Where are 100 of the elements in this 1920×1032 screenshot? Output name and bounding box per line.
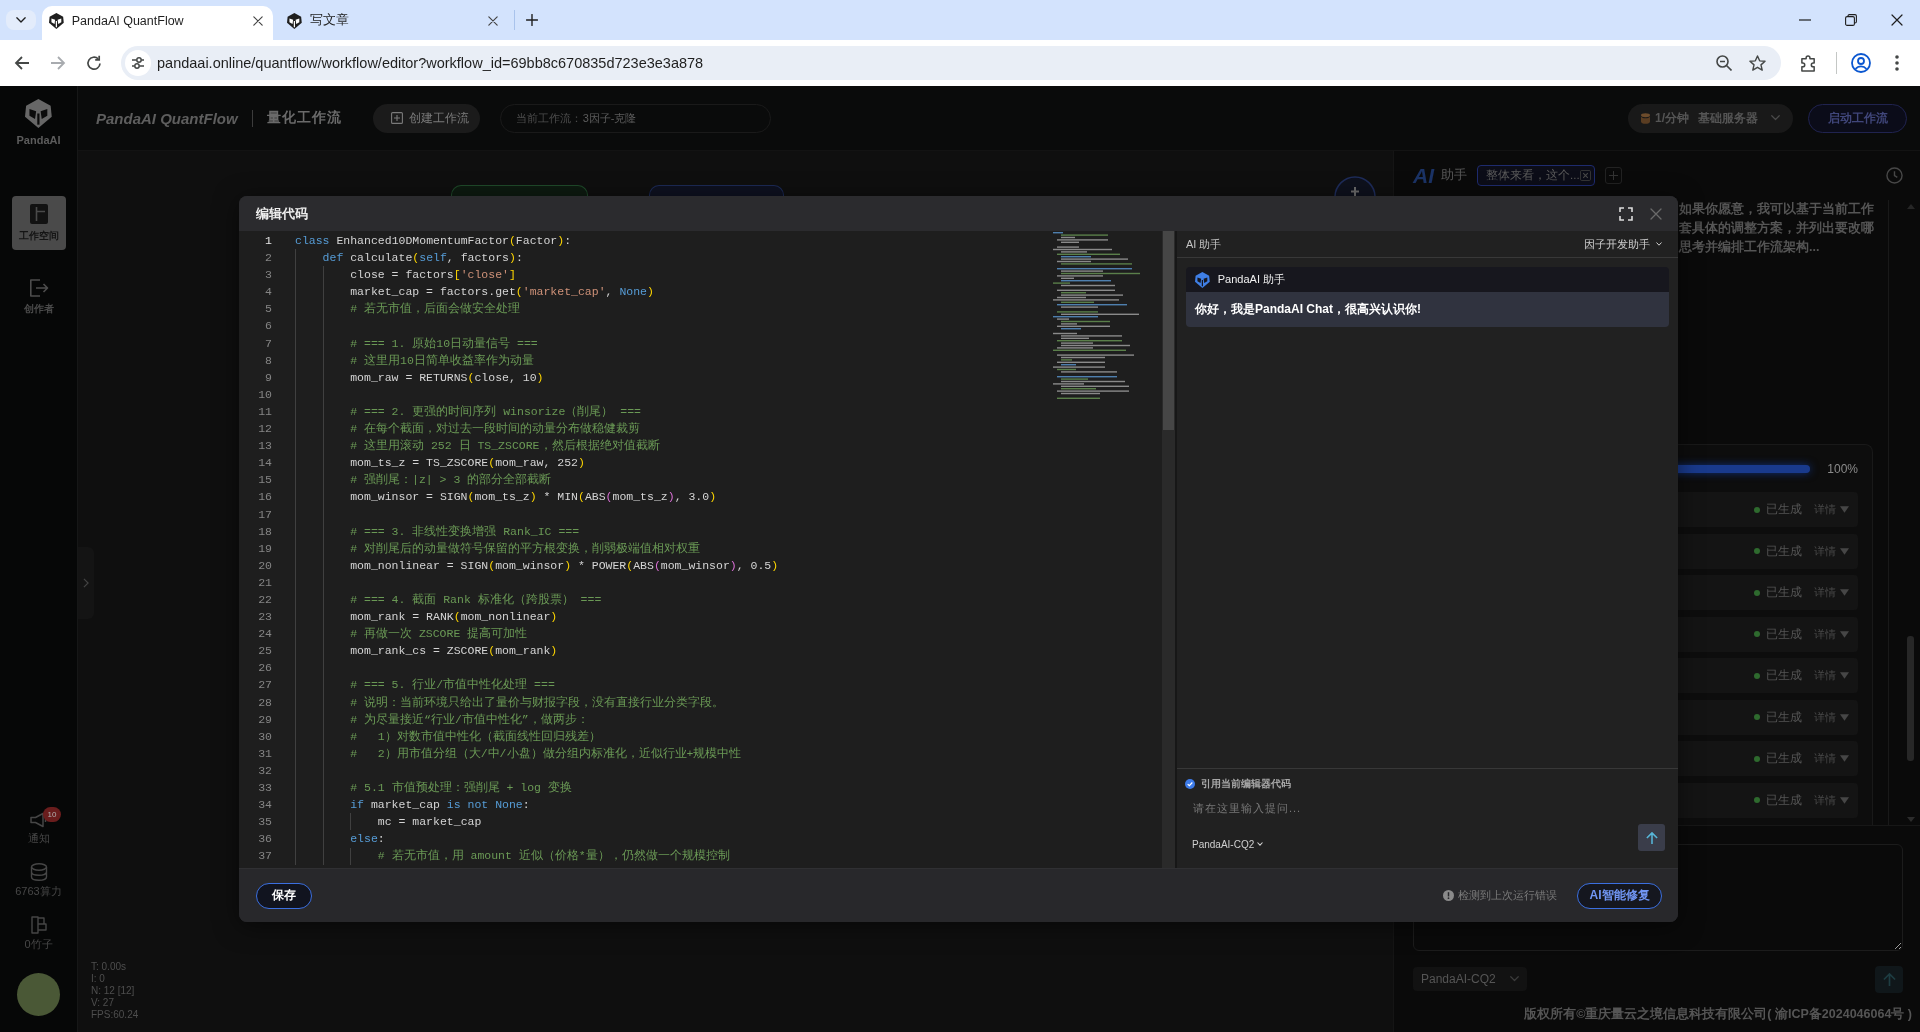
code-line: # === 5. 行业/市值中性化处理 === (350, 677, 555, 694)
sidebar-item[interactable]: 0竹子 (11, 912, 66, 951)
caret-down-icon (1656, 242, 1662, 246)
puzzle-icon[interactable] (1800, 54, 1817, 72)
code-line: # 5.1 市值预处理：强削尾 + log 变换 (350, 780, 572, 796)
panel-title: 助手 (1441, 167, 1467, 184)
line-number: 34 (258, 797, 272, 814)
scrollbar-thumb[interactable] (1163, 231, 1174, 430)
chevron-down-icon (1509, 976, 1519, 982)
code-line: mom_ts_z = TS_ZSCORE(mom_raw, 252) (350, 455, 585, 472)
caret-down-icon (1257, 842, 1264, 846)
notification-badge: 10 (42, 807, 62, 822)
mode-dropdown[interactable]: 因子开发助手 (1584, 236, 1662, 252)
line-number: 6 (265, 318, 272, 335)
zoom-out-icon[interactable] (1716, 55, 1732, 71)
menu-icon[interactable] (1895, 55, 1899, 71)
history-icon[interactable] (1886, 167, 1903, 184)
workflow-node[interactable] (649, 185, 784, 196)
status-dot-icon (1754, 672, 1760, 679)
coin-stack-icon (1641, 112, 1650, 124)
sidebar-item[interactable]: 创作者 (11, 270, 66, 324)
line-number: 28 (258, 694, 272, 711)
line-number: 22 (258, 591, 272, 608)
code-line: # 强削尾：|z| > 3 的部分全部截断 (350, 472, 552, 489)
browser-tab[interactable]: 写文章 (278, 6, 506, 40)
code-line: # 1）对数市值中性化（截面线性回归残差） (350, 728, 601, 745)
line-number: 3 (265, 267, 272, 284)
restore-icon[interactable] (1845, 14, 1857, 26)
code-line: # 2）用市值分组（大/中/小盘）做分组内标准化，近似行业+规模中性 (350, 745, 742, 762)
star-icon[interactable] (1749, 55, 1766, 71)
code-line: # === 4. 截面 Rank 标准化（跨股票） === (350, 591, 602, 608)
code-editor[interactable] (239, 231, 1162, 868)
model-dropdown[interactable]: PandaAI-CQ2 (1192, 837, 1264, 851)
profile-icon[interactable] (1851, 53, 1871, 73)
megaphone-icon (29, 812, 48, 828)
site-settings-icon[interactable] (125, 50, 151, 76)
address-bar[interactable]: pandaai.online/quantflow/workflow/editor?workflow_id=69bb8c670835d723e3e3a878 (121, 46, 1781, 80)
line-number: 29 (258, 711, 272, 728)
code-line: mom_nonlinear = SIGN(mom_winsor) * POWER(ABS(mom_winsor), 0.5) (350, 557, 779, 574)
line-number: 26 (258, 660, 272, 677)
layout-icon (29, 203, 48, 224)
status-text: 已生成 (1766, 502, 1802, 517)
status-text: 已生成 (1766, 751, 1802, 766)
server-dropdown[interactable]: 1/分钟 基础服务器 (1628, 103, 1793, 133)
line-number: 8 (265, 352, 272, 369)
quote-code-checkbox[interactable]: 引用当前编辑器代码 (1185, 776, 1291, 792)
line-number: 15 (258, 472, 272, 489)
caret-down-icon (1840, 672, 1849, 679)
line-number: 25 (258, 643, 272, 660)
status-dot-icon (1754, 506, 1760, 513)
line-number: 10 (258, 386, 272, 403)
indent-guide (350, 847, 352, 865)
line-number: 21 (258, 574, 272, 591)
collapse-handle[interactable] (78, 547, 94, 619)
panda-logo-icon (25, 99, 52, 128)
close-icon[interactable] (1891, 14, 1903, 26)
debug-stat: N: 12 [12] (91, 985, 135, 997)
line-number: 31 (258, 745, 272, 762)
line-number: 32 (258, 762, 272, 779)
ai-fix-button[interactable]: AI智能修复 (1577, 882, 1662, 909)
panda-icon (49, 12, 64, 29)
model-dropdown[interactable]: PandaAI-CQ2 (1413, 967, 1527, 991)
browser-tab[interactable]: PandaAI QuantFlow (42, 6, 273, 40)
question-input[interactable]: 请在这里输入提问... (1185, 798, 1665, 820)
code-line: market_cap = factors.get('market_cap', None) (350, 284, 654, 301)
workflow-node[interactable] (451, 185, 588, 196)
line-number: 24 (258, 626, 272, 643)
code-line: mom_rank_cs = ZSCORE(mom_rank) (350, 643, 558, 660)
scrollbar-thumb[interactable] (1907, 636, 1914, 761)
avatar[interactable] (17, 973, 60, 1016)
send-button[interactable] (1638, 824, 1665, 851)
code-line: mom_rank = RANK(mom_nonlinear) (350, 609, 558, 626)
status-text: 已生成 (1766, 585, 1802, 600)
blocks-icon (30, 916, 47, 934)
save-button[interactable]: 保存 (256, 882, 312, 909)
code-line: mom_raw = RETURNS(close, 10) (350, 369, 544, 386)
arrow-right-icon[interactable] (50, 55, 66, 71)
database-icon (29, 863, 48, 881)
sidebar-item[interactable]: 10 通知 (11, 808, 66, 845)
chat-tab[interactable]: 整体来看，这个... (1477, 165, 1595, 186)
status-text: 已生成 (1766, 709, 1802, 725)
message-text: 思考并编排工作流架构... (1679, 239, 1820, 256)
create-workflow-button[interactable]: 创建工作流 (372, 103, 480, 133)
plus-icon[interactable] (526, 14, 538, 26)
caret-down-icon (1840, 796, 1849, 804)
line-number: 19 (258, 540, 272, 557)
close-icon[interactable] (488, 15, 498, 26)
assistant-logo: AI (1413, 163, 1434, 188)
line-number: 13 (258, 438, 272, 455)
tab-list-button[interactable] (6, 10, 36, 30)
check-circle-icon[interactable] (1185, 779, 1195, 789)
code-line: # 若无市值，用 amount 近似（价格*量），仍然做一个规模控制 (377, 848, 730, 865)
start-workflow-button[interactable]: 启动工作流 (1808, 103, 1907, 133)
status-text: 已生成 (1766, 792, 1802, 808)
fullscreen-icon[interactable] (1619, 206, 1633, 221)
brand-title: PandaAI QuantFlow (96, 109, 238, 127)
caret-down-icon (1840, 713, 1849, 721)
close-icon[interactable] (253, 15, 263, 26)
arrow-left-icon[interactable] (14, 55, 30, 71)
reload-icon[interactable] (86, 55, 102, 71)
